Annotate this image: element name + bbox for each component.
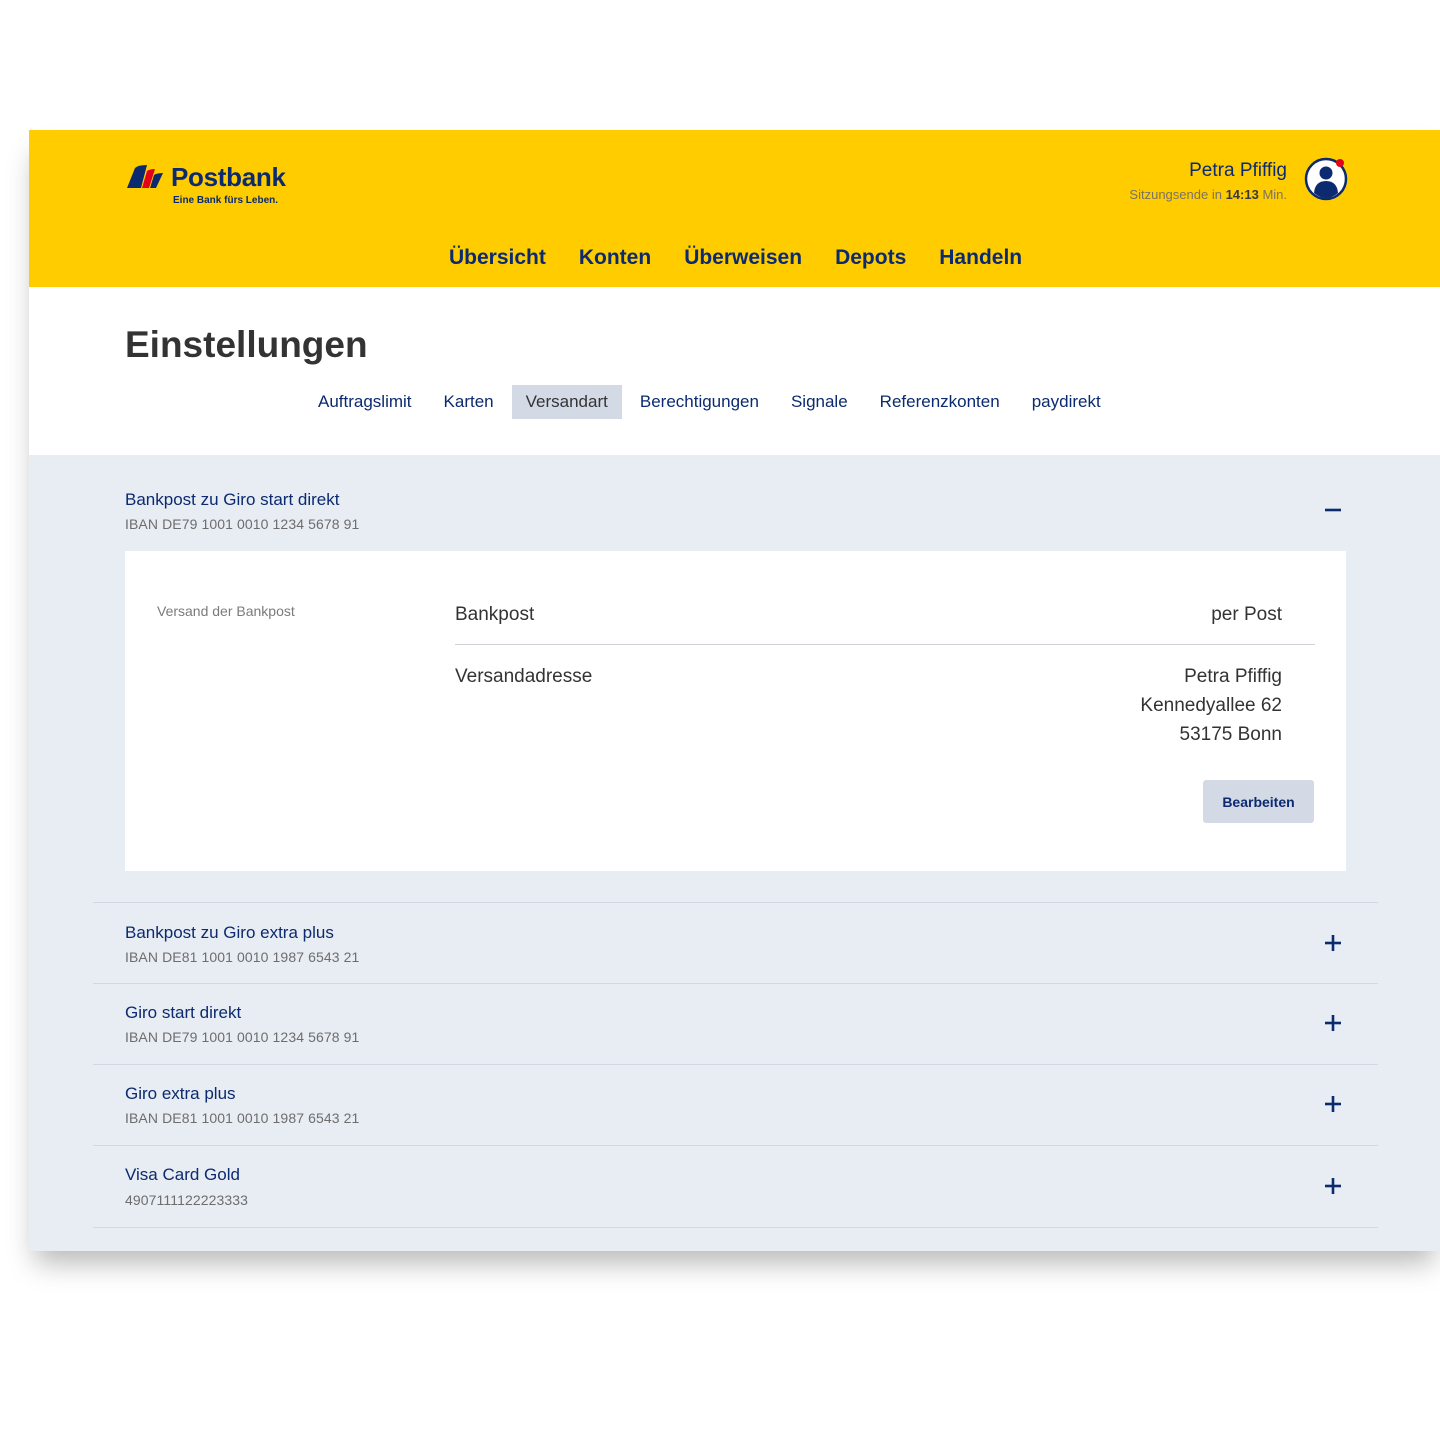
postbank-logo-icon bbox=[127, 165, 163, 188]
edit-button[interactable]: Bearbeiten bbox=[1203, 780, 1314, 823]
versand-panel: Versand der Bankpost Bankpost per Post V… bbox=[125, 551, 1346, 871]
account-title: Visa Card Gold bbox=[125, 1165, 240, 1184]
session-timer: Sitzungsende in 14:13 Min. bbox=[1129, 187, 1287, 202]
nav-uebersicht[interactable]: Übersicht bbox=[449, 246, 546, 270]
nav-ueberweisen[interactable]: Überweisen bbox=[684, 246, 802, 270]
postbank-logo[interactable]: Postbank Eine Bank fürs Leben. bbox=[125, 162, 295, 210]
settings-tabs: Auftragslimit Karten Versandart Berechti… bbox=[304, 385, 1119, 419]
account-title: Bankpost zu Giro extra plus bbox=[125, 923, 334, 942]
header: Postbank Eine Bank fürs Leben. Petra Pfi… bbox=[29, 130, 1440, 287]
browser-frame: Postbank Eine Bank fürs Leben. Petra Pfi… bbox=[29, 130, 1440, 1251]
card-number: 4907111122223333 bbox=[125, 1192, 249, 1208]
user-avatar-icon[interactable] bbox=[1303, 156, 1349, 202]
versand-section-label: Versand der Bankpost bbox=[157, 603, 295, 619]
tab-berechtigungen[interactable]: Berechtigungen bbox=[626, 385, 773, 419]
versandadresse-value: Petra Pfiffig Kennedyallee 62 53175 Bonn bbox=[1140, 662, 1282, 749]
address-line: 53175 Bonn bbox=[1179, 724, 1283, 745]
expand-icon[interactable] bbox=[1318, 928, 1348, 958]
session-prefix: Sitzungsende in bbox=[1129, 187, 1222, 202]
account-iban: IBAN DE79 1001 0010 1234 5678 91 bbox=[125, 516, 360, 532]
brand-name: Postbank bbox=[171, 162, 286, 192]
collapse-icon[interactable] bbox=[1318, 495, 1348, 525]
tab-versandart[interactable]: Versandart bbox=[511, 385, 622, 419]
accordion-giro-start[interactable]: Giro start direkt IBAN DE79 1001 0010 12… bbox=[93, 984, 1378, 1064]
account-title: Giro start direkt bbox=[125, 1003, 242, 1022]
accounts-area: Bankpost zu Giro start direkt IBAN DE79 … bbox=[29, 455, 1440, 1251]
versandadresse-label: Versandadresse bbox=[455, 666, 593, 687]
panel-divider bbox=[455, 644, 1315, 645]
address-line: Petra Pfiffig bbox=[1184, 666, 1282, 687]
tab-referenzkonten[interactable]: Referenzkonten bbox=[866, 385, 1014, 419]
bankpost-label: Bankpost bbox=[455, 604, 535, 625]
main-navigation: Übersicht Konten Überweisen Depots Hande… bbox=[449, 246, 1055, 270]
account-title: Giro extra plus bbox=[125, 1084, 236, 1103]
bankpost-value: per Post bbox=[1211, 604, 1282, 625]
account-title: Bankpost zu Giro start direkt bbox=[125, 490, 340, 509]
accordion-giro-extra[interactable]: Giro extra plus IBAN DE81 1001 0010 1987… bbox=[93, 1065, 1378, 1145]
page-title: Einstellungen bbox=[125, 324, 368, 365]
accordion-divider bbox=[93, 1227, 1378, 1228]
nav-konten[interactable]: Konten bbox=[579, 246, 651, 270]
account-iban: IBAN DE81 1001 0010 1987 6543 21 bbox=[125, 1110, 360, 1126]
expand-icon[interactable] bbox=[1318, 1008, 1348, 1038]
expand-icon[interactable] bbox=[1318, 1089, 1348, 1119]
address-line: Kennedyallee 62 bbox=[1140, 695, 1282, 716]
tab-karten[interactable]: Karten bbox=[430, 385, 508, 419]
brand-tagline: Eine Bank fürs Leben. bbox=[173, 195, 279, 206]
tab-auftragslimit[interactable]: Auftragslimit bbox=[304, 385, 426, 419]
session-suffix: Min. bbox=[1262, 187, 1287, 202]
accordion-visa-card-gold[interactable]: Visa Card Gold 4907111122223333 bbox=[93, 1146, 1378, 1226]
nav-handeln[interactable]: Handeln bbox=[939, 246, 1022, 270]
nav-depots[interactable]: Depots bbox=[835, 246, 906, 270]
tab-paydirekt[interactable]: paydirekt bbox=[1018, 385, 1115, 419]
user-name[interactable]: Petra Pfiffig bbox=[1189, 160, 1287, 182]
expand-icon[interactable] bbox=[1318, 1171, 1348, 1201]
account-iban: IBAN DE81 1001 0010 1987 6543 21 bbox=[125, 949, 360, 965]
accordion-bankpost-giro-extra[interactable]: Bankpost zu Giro extra plus IBAN DE81 10… bbox=[93, 903, 1378, 983]
account-iban: IBAN DE79 1001 0010 1234 5678 91 bbox=[125, 1029, 360, 1045]
accordion-bankpost-giro-start[interactable]: Bankpost zu Giro start direkt IBAN DE79 … bbox=[93, 455, 1378, 551]
tab-signale[interactable]: Signale bbox=[777, 385, 862, 419]
session-time: 14:13 bbox=[1225, 187, 1259, 202]
